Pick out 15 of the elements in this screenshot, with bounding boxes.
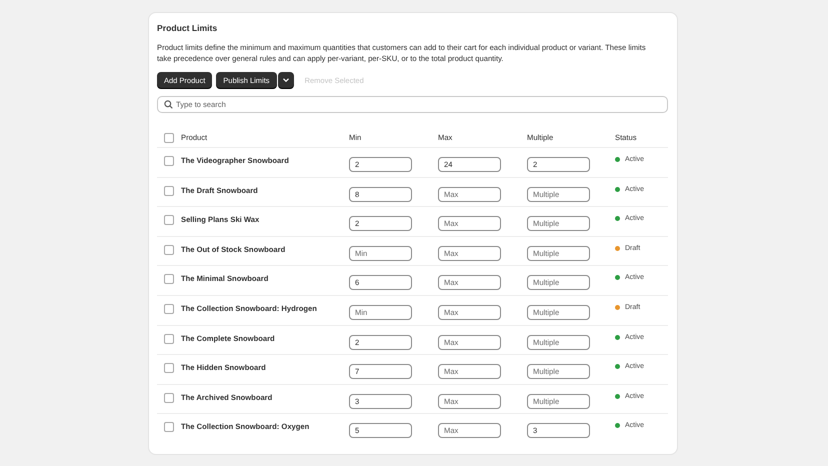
row-checkbox[interactable] — [164, 334, 174, 344]
dropdown-button[interactable] — [278, 72, 294, 88]
row-checkbox[interactable] — [164, 156, 174, 166]
row-checkbox[interactable] — [164, 274, 174, 284]
row-checkbox[interactable] — [164, 422, 174, 432]
row-checkbox[interactable] — [164, 363, 174, 374]
search-icon — [164, 100, 173, 109]
row-checkbox[interactable] — [164, 392, 174, 403]
select-all-checkbox[interactable] — [164, 132, 174, 142]
chevron-down-icon — [282, 76, 290, 84]
row-checkbox[interactable] — [164, 215, 174, 226]
row-checkbox[interactable] — [164, 186, 174, 196]
row-checkbox[interactable] — [164, 244, 174, 255]
row-checkbox[interactable] — [164, 304, 174, 314]
card-title: Product Limits — [157, 23, 218, 33]
